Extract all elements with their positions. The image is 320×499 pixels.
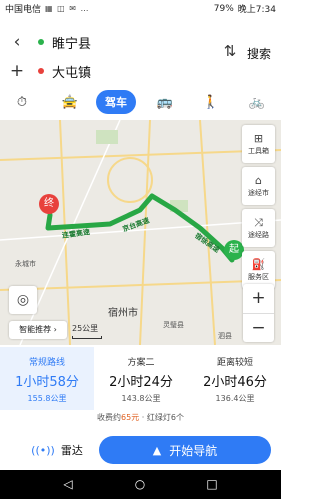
start-navigation-button[interactable]: ▲ 开始导航 (99, 436, 271, 464)
city-icon: ⌂ (255, 174, 262, 187)
map-label-sixian: 泗县 (218, 332, 232, 340)
start-marker-icon[interactable]: 起 (224, 240, 244, 260)
start-navigation-label: 开始导航 (169, 443, 218, 458)
plan-time: 1小时58分 (15, 375, 79, 390)
carrier-name: 中国电信 (5, 5, 42, 15)
radar-label: 雷达 (60, 444, 83, 457)
service-icon: ⛽ (251, 258, 266, 271)
route-panel: ‹ 睢宁县 + 大屯镇 ⇅ 搜索 (0, 17, 281, 83)
zoom-out-button[interactable]: − (243, 313, 274, 342)
zoom-controls: + − (243, 284, 274, 342)
add-waypoint-icon[interactable]: + (0, 56, 34, 86)
system-recent-button[interactable]: □ (202, 477, 222, 491)
toolbox-button[interactable]: ⊞ 工具箱 (242, 125, 275, 163)
plan-time: 2小时46分 (203, 375, 267, 390)
via-city-button[interactable]: ⌂ 途经市 (242, 167, 275, 205)
battery-level: 79% (213, 3, 234, 14)
chevron-right-icon: › (53, 325, 57, 334)
origin-dot-icon (38, 39, 44, 45)
navigation-arrow-icon: ▲ (152, 443, 162, 457)
tab-taxi[interactable]: ⏱ (10, 90, 34, 114)
destination-dot-icon (38, 68, 44, 74)
plan-option[interactable]: 距离较短 2小时46分 136.4公里 (188, 347, 281, 410)
route-map[interactable]: 永城市 宿州市 灵璧县 泗县 连霍高速 京台高速 宿徐高速 终 起 (0, 120, 281, 345)
transport-mode-tabs: ⏱ 🚖 驾车 🚌 🚶 🚲 (0, 90, 281, 116)
status-icons: ▦ ◫ ✉ … (45, 4, 90, 13)
via-road-label: 途经路 (248, 231, 269, 239)
clock: 晚上7:34 (237, 5, 276, 15)
radar-icon: ((•)) (31, 443, 55, 457)
locate-icon: ◎ (16, 292, 30, 308)
destination-field[interactable]: 大屯镇 (52, 62, 91, 81)
tab-walk[interactable]: 🚶 (199, 90, 223, 114)
end-marker-icon[interactable]: 终 (39, 194, 59, 214)
fee-info: 收费约65元 · 红绿灯6个 (0, 412, 281, 423)
origin-field[interactable]: 睢宁县 (52, 33, 91, 52)
bike-icon: 🚲 (248, 94, 266, 110)
tab-carpool[interactable]: 🚖 (58, 90, 82, 114)
swap-route-icon[interactable]: ⇅ (219, 42, 241, 64)
search-button[interactable]: 搜索 (247, 45, 271, 62)
toolbox-icon: ⊞ (253, 132, 264, 145)
map-side-tools: ⊞ 工具箱 ⌂ 途经市 ⤨ 途经路 ⛽ 服务区 (242, 125, 275, 293)
smart-recommend-label: 智能推荐 (19, 325, 52, 334)
via-city-label: 途经市 (248, 189, 269, 197)
map-scale-bar (72, 336, 102, 339)
smart-recommend-button[interactable]: 智能推荐 › (9, 321, 67, 339)
plan-distance: 136.4公里 (215, 394, 255, 403)
plan-name: 距离较短 (216, 358, 253, 368)
map-label-suzhou: 宿州市 (108, 308, 138, 319)
origin-row[interactable]: ‹ 睢宁县 (0, 27, 240, 57)
locate-button[interactable]: ◎ (9, 286, 37, 314)
radar-button[interactable]: ((•)) 雷达 (22, 437, 92, 463)
tab-drive[interactable]: 驾车 (96, 90, 136, 114)
plan-option[interactable]: 方案二 2小时24分 143.8公里 (94, 347, 188, 410)
system-back-button[interactable]: ◁ (58, 477, 78, 491)
map-label-lingbi: 灵璧县 (163, 321, 184, 329)
plan-distance: 143.8公里 (121, 394, 161, 403)
service-area-label: 服务区 (248, 273, 269, 281)
route-plans: 常规路线 1小时58分 155.8公里 方案二 2小时24分 143.8公里 距… (0, 347, 281, 410)
back-icon[interactable]: ‹ (0, 27, 34, 57)
plan-distance: 155.8公里 (27, 394, 67, 403)
plan-name: 方案二 (127, 358, 155, 368)
waypoint-icon: ⤨ (254, 216, 263, 229)
tab-bus[interactable]: 🚌 (153, 90, 177, 114)
plan-time: 2小时24分 (109, 375, 173, 390)
carpool-icon: 🚖 (61, 94, 79, 110)
tab-bike[interactable]: 🚲 (245, 90, 269, 114)
fee-amount: 65元 (121, 413, 140, 422)
traffic-lights-count: 红绿灯6个 (146, 413, 184, 422)
zoom-in-button[interactable]: + (243, 284, 274, 313)
status-bar: 中国电信 ▦ ◫ ✉ … 79% 晚上7:34 (0, 0, 281, 17)
system-home-button[interactable]: ○ (130, 477, 150, 491)
taxi-icon: ⏱ (16, 94, 28, 110)
plan-name: 常规路线 (28, 358, 65, 368)
system-navigation-bar: ◁ ○ □ (0, 470, 281, 499)
fee-prefix: 收费约 (97, 413, 122, 422)
destination-row[interactable]: + 大屯镇 (0, 56, 240, 86)
map-canvas (0, 120, 281, 345)
via-road-button[interactable]: ⤨ 途经路 (242, 209, 275, 247)
toolbox-label: 工具箱 (248, 147, 269, 155)
map-label-yongcheng: 永城市 (15, 260, 36, 268)
walk-icon: 🚶 (202, 94, 220, 110)
plan-option[interactable]: 常规路线 1小时58分 155.8公里 (0, 347, 94, 410)
fee-separator: · (139, 413, 147, 422)
map-scale-label: 25公里 (72, 324, 99, 333)
bus-icon: 🚌 (156, 94, 174, 110)
app-root: 中国电信 ▦ ◫ ✉ … 79% 晚上7:34 ‹ 睢宁县 + 大屯镇 ⇅ 搜索… (0, 0, 281, 499)
